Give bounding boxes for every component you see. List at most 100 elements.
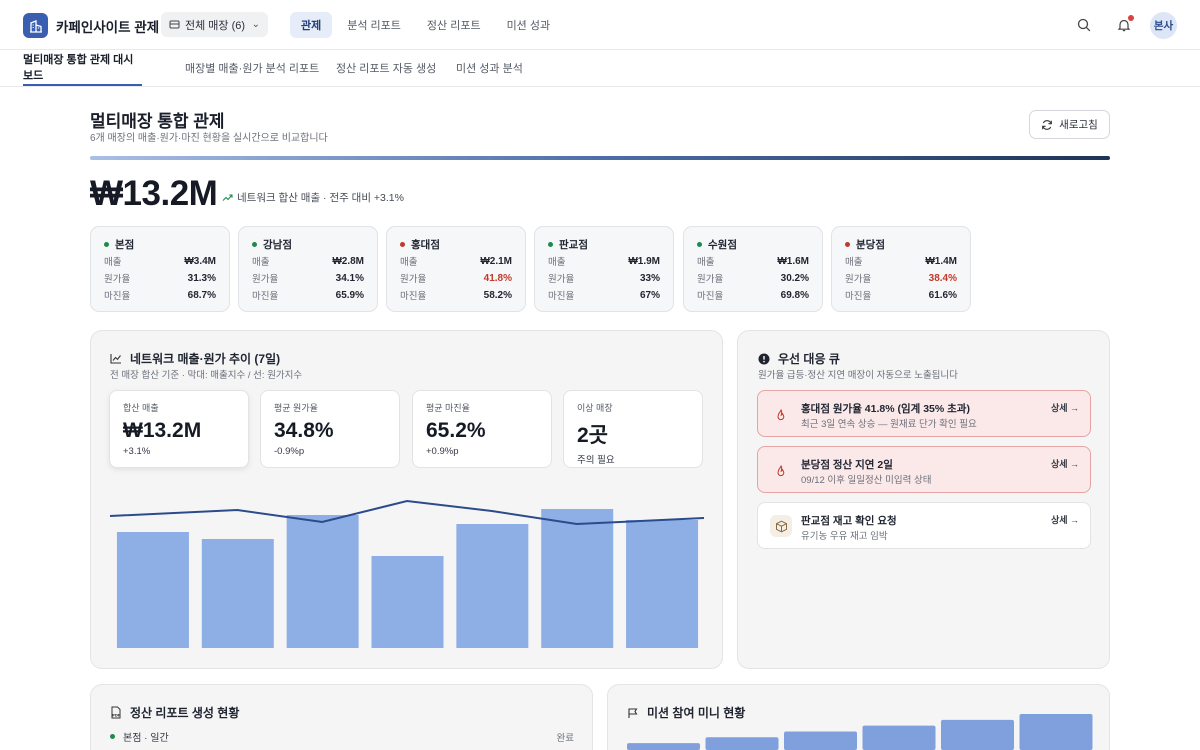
trend-up-icon [222, 194, 233, 201]
kpi-delta: -0.9%p [274, 446, 305, 457]
revenue-note-text: 네트워크 합산 매출 · 전주 대비 +3.1% [237, 192, 404, 204]
avatar[interactable]: 본사 [1150, 12, 1177, 39]
store-revenue: ₩1.9M [628, 255, 660, 267]
row-label: 매출 [548, 257, 566, 268]
row-label: 원가율 [697, 274, 724, 285]
detail-link[interactable]: 상세 → [1051, 513, 1079, 526]
status-dot [400, 241, 405, 247]
kpi-delta: +0.9%p [426, 446, 459, 457]
chevron-down-icon: ⌄ [251, 19, 260, 30]
nav-item-1[interactable]: 분석 리포트 [336, 12, 412, 38]
store-margin: 68.7% [187, 289, 216, 301]
tab-dashboard[interactable]: 멀티매장 통합 관제 대시보드 [23, 50, 142, 86]
store-row-margin: 마진율 69.8% [697, 288, 809, 303]
store-margin: 69.8% [780, 289, 809, 301]
store-selector[interactable]: 전체 매장 (6) ⌄ [161, 12, 268, 37]
store-revenue: ₩2.1M [480, 255, 512, 267]
chart-bar [541, 509, 614, 648]
store-margin: 58.2% [483, 289, 512, 301]
kpi-card-cost-rate: 평균 원가율 34.8% -0.9%p [260, 390, 400, 468]
row-label: 매출 [104, 257, 122, 268]
store-card[interactable]: 분당점 매출 ₩1.4M 원가율 38.4% 마진율 61.6% [831, 226, 971, 312]
kpi-value: 2곳 [577, 424, 608, 447]
box-icon [770, 515, 792, 537]
svg-text:PDF: PDF [112, 714, 121, 718]
report-row[interactable]: 본점 · 일간 완료 [110, 729, 574, 744]
refresh-label: 새로고침 [1059, 119, 1098, 131]
store-row-revenue: 매출 ₩1.6M [697, 254, 809, 269]
store-revenue: ₩1.6M [777, 255, 809, 267]
fire-icon [770, 403, 792, 425]
mission-bar [862, 725, 936, 750]
tab-mission-analysis[interactable]: 미션 성과 분석 [456, 50, 523, 86]
status-dot [548, 241, 553, 247]
alert-icon [758, 353, 770, 364]
nav-item-0[interactable]: 관제 [290, 12, 333, 38]
status-dot [697, 241, 702, 247]
bell-icon[interactable] [1115, 15, 1134, 34]
queue-item[interactable]: 홍대점 원가율 41.8% (임계 35% 초과) 최근 3일 연속 상승 — … [757, 390, 1091, 437]
store-cost-rate: 38.4% [928, 272, 957, 284]
kpi-label: 평균 원가율 [274, 403, 318, 413]
building-icon [29, 19, 42, 33]
store-cost-rate: 30.2% [780, 272, 809, 284]
store-name: 홍대점 [400, 237, 512, 251]
nav-item-3[interactable]: 미션 성과 [496, 12, 562, 38]
refresh-icon [1042, 119, 1053, 130]
refresh-button[interactable]: 새로고침 [1029, 110, 1110, 139]
store-icon [169, 20, 180, 29]
chart-bar [371, 556, 444, 648]
queue-item[interactable]: 분당점 정산 지연 2일 09/12 이후 일일정산 미입력 상태 상세 → [757, 446, 1091, 493]
store-row-revenue: 매출 ₩2.8M [252, 254, 364, 269]
row-label: 매출 [845, 257, 863, 268]
kpi-value: ₩13.2M [123, 419, 202, 442]
store-row-cost: 원가율 38.4% [845, 271, 957, 286]
page-subtitle: 6개 매장의 매출·원가·마진 현황을 실시간으로 비교합니다 [90, 133, 328, 144]
trend-title: 네트워크 매출·원가 추이 (7일) [110, 350, 280, 367]
store-name-text: 분당점 [856, 238, 885, 251]
kpi-card-anomaly: 이상 매장 2곳 주의 필요 [563, 390, 703, 468]
total-revenue: ₩13.2M [90, 174, 218, 213]
row-label: 원가율 [845, 274, 872, 285]
app-logo[interactable] [23, 13, 48, 38]
store-revenue: ₩2.8M [332, 255, 364, 267]
store-row-revenue: 매출 ₩2.1M [400, 254, 512, 269]
kpi-delta: +3.1% [123, 446, 151, 457]
store-card[interactable]: 강남점 매출 ₩2.8M 원가율 34.1% 마진율 65.9% [238, 226, 378, 312]
trend-chart [110, 499, 704, 648]
row-label: 마진율 [548, 291, 575, 302]
store-name: 강남점 [252, 237, 364, 251]
nav-item-2[interactable]: 정산 리포트 [416, 12, 492, 38]
store-name: 분당점 [845, 237, 957, 251]
report-row-status: 완료 [556, 732, 574, 744]
queue-item[interactable]: 판교점 재고 확인 요청 유기농 우유 재고 임박 상세 → [757, 502, 1091, 549]
row-label: 마진율 [400, 291, 427, 302]
detail-link[interactable]: 상세 → [1051, 457, 1079, 470]
store-cost-rate: 41.8% [483, 272, 512, 284]
row-label: 원가율 [400, 274, 427, 285]
queue-item-title: 홍대점 원가율 41.8% (임계 35% 초과) [801, 403, 970, 415]
store-card[interactable]: 홍대점매출 ₩2.1M 원가율 41.8% 마진율 58.2% [386, 226, 526, 312]
store-row-cost: 원가율 41.8% [400, 271, 512, 286]
store-name-text: 강남점 [263, 238, 292, 251]
status-dot [252, 241, 257, 247]
store-card[interactable]: 본점 매출 ₩3.4M 원가율 31.3% 마진율 68.7% [90, 226, 230, 312]
store-card[interactable]: 판교점 매출 ₩1.9M 원가율 33% 마진율 67% [534, 226, 674, 312]
tab-settlement-report[interactable]: 정산 리포트 자동 생성 [336, 50, 436, 86]
store-row-margin: 마진율 61.6% [845, 288, 957, 303]
kpi-label: 이상 매장 [577, 403, 613, 413]
chart-line [110, 499, 704, 526]
store-card[interactable]: 수원점 매출 ₩1.6M 원가율 30.2% 마진율 69.8% [683, 226, 823, 312]
chart-bar [201, 539, 274, 648]
top-bar: 카페인사이트 관제 전체 매장 (6) ⌄ 관제 분석 리포트 정산 리포트 미션 성… [0, 0, 1200, 50]
store-name-text: 홍대점 [411, 238, 440, 251]
kpi-value: 65.2% [426, 419, 486, 442]
store-margin: 65.9% [335, 289, 364, 301]
report-title: PDF 정산 리포트 생성 현황 [110, 704, 239, 721]
tab-store-analysis[interactable]: 매장별 매출·원가 분석 리포트 [185, 50, 319, 86]
store-row-margin: 마진율 67% [548, 288, 660, 303]
store-name-text: 본점 [115, 238, 135, 251]
queue-item-title: 분당점 정산 지연 2일 [801, 459, 893, 471]
search-icon[interactable] [1075, 16, 1093, 34]
detail-link[interactable]: 상세 → [1051, 401, 1079, 414]
